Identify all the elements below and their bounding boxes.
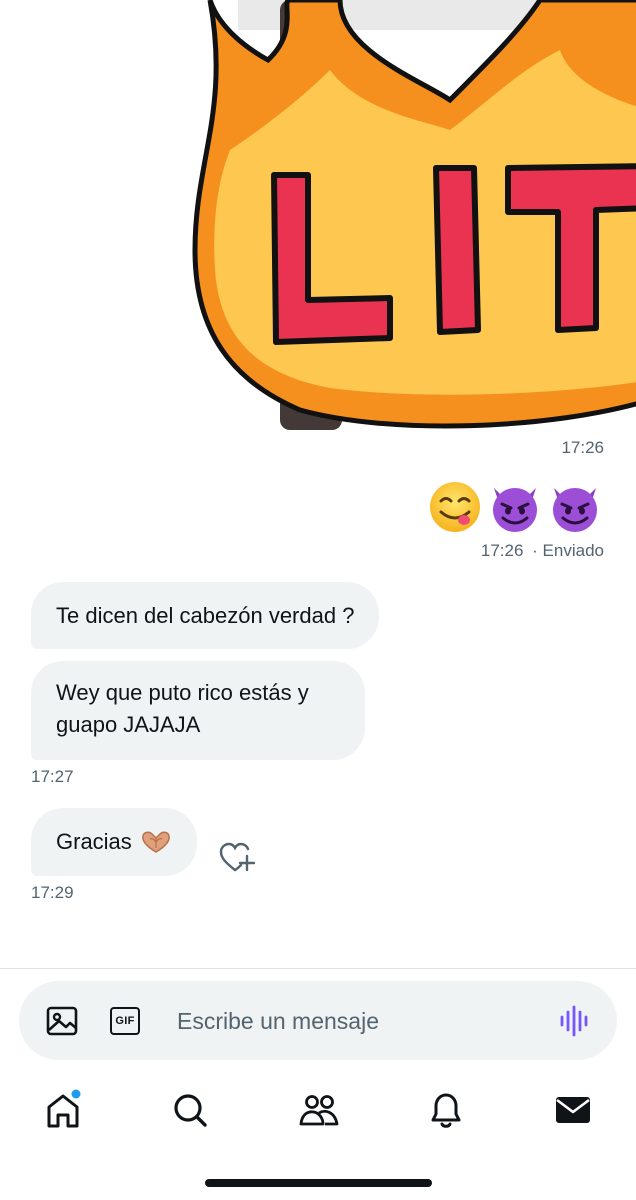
conversation-area[interactable]: 17:26 17:26 · Enviado Te dicen del cabez… bbox=[0, 0, 636, 968]
incoming-message-bubble[interactable]: Wey que puto rico estás y guapo JAJAJA bbox=[31, 661, 365, 760]
voice-wave-icon[interactable] bbox=[557, 1004, 591, 1038]
lit-flame-image bbox=[192, 0, 636, 430]
search-icon bbox=[174, 1094, 207, 1127]
mail-icon bbox=[556, 1097, 590, 1123]
sent-status: · Enviado bbox=[532, 541, 604, 560]
sticker-timestamp: 17:26 bbox=[561, 438, 604, 457]
composer-divider bbox=[0, 968, 636, 969]
home-indicator bbox=[205, 1179, 432, 1187]
message-text: guapo JAJAJA bbox=[56, 712, 201, 737]
add-reaction-heart-icon[interactable] bbox=[219, 842, 255, 874]
message-text: Gracias bbox=[56, 829, 132, 854]
nav-communities[interactable] bbox=[297, 1088, 341, 1132]
home-icon bbox=[47, 1089, 81, 1128]
bell-icon bbox=[431, 1093, 461, 1128]
message-composer: GIF bbox=[19, 981, 617, 1060]
incoming-message-bubble[interactable]: Gracias bbox=[31, 808, 197, 876]
lit-sticker[interactable] bbox=[190, 0, 636, 435]
notification-dot bbox=[71, 1089, 81, 1099]
nav-home[interactable] bbox=[41, 1088, 85, 1132]
nav-notifications[interactable] bbox=[424, 1088, 468, 1132]
heart-hands-icon bbox=[141, 831, 170, 853]
face-savoring-food-icon bbox=[430, 482, 480, 532]
outgoing-meta: 17:26 · Enviado bbox=[481, 541, 604, 561]
outgoing-timestamp: 17:26 bbox=[480, 541, 524, 560]
incoming-message-bubble[interactable]: Te dicen del cabezón verdad ? bbox=[31, 582, 380, 649]
nav-messages[interactable] bbox=[551, 1088, 595, 1132]
outgoing-emoji-message[interactable] bbox=[428, 480, 602, 534]
gif-button[interactable]: GIF bbox=[108, 1004, 142, 1038]
gif-label: GIF bbox=[115, 1015, 135, 1027]
nav-search[interactable] bbox=[168, 1088, 212, 1132]
incoming-timestamp: 17:27 bbox=[31, 767, 74, 786]
message-text: Wey que puto rico estás y bbox=[56, 680, 309, 705]
image-icon[interactable] bbox=[45, 1004, 79, 1038]
reply-timestamp: 17:29 bbox=[31, 883, 74, 902]
smiling-imp-icon bbox=[493, 488, 537, 532]
smiling-imp-icon bbox=[553, 488, 597, 532]
message-text: Te dicen del cabezón verdad ? bbox=[56, 602, 355, 628]
message-input[interactable] bbox=[177, 1001, 537, 1041]
communities-icon bbox=[299, 1095, 339, 1126]
bottom-navigation bbox=[0, 1080, 636, 1140]
